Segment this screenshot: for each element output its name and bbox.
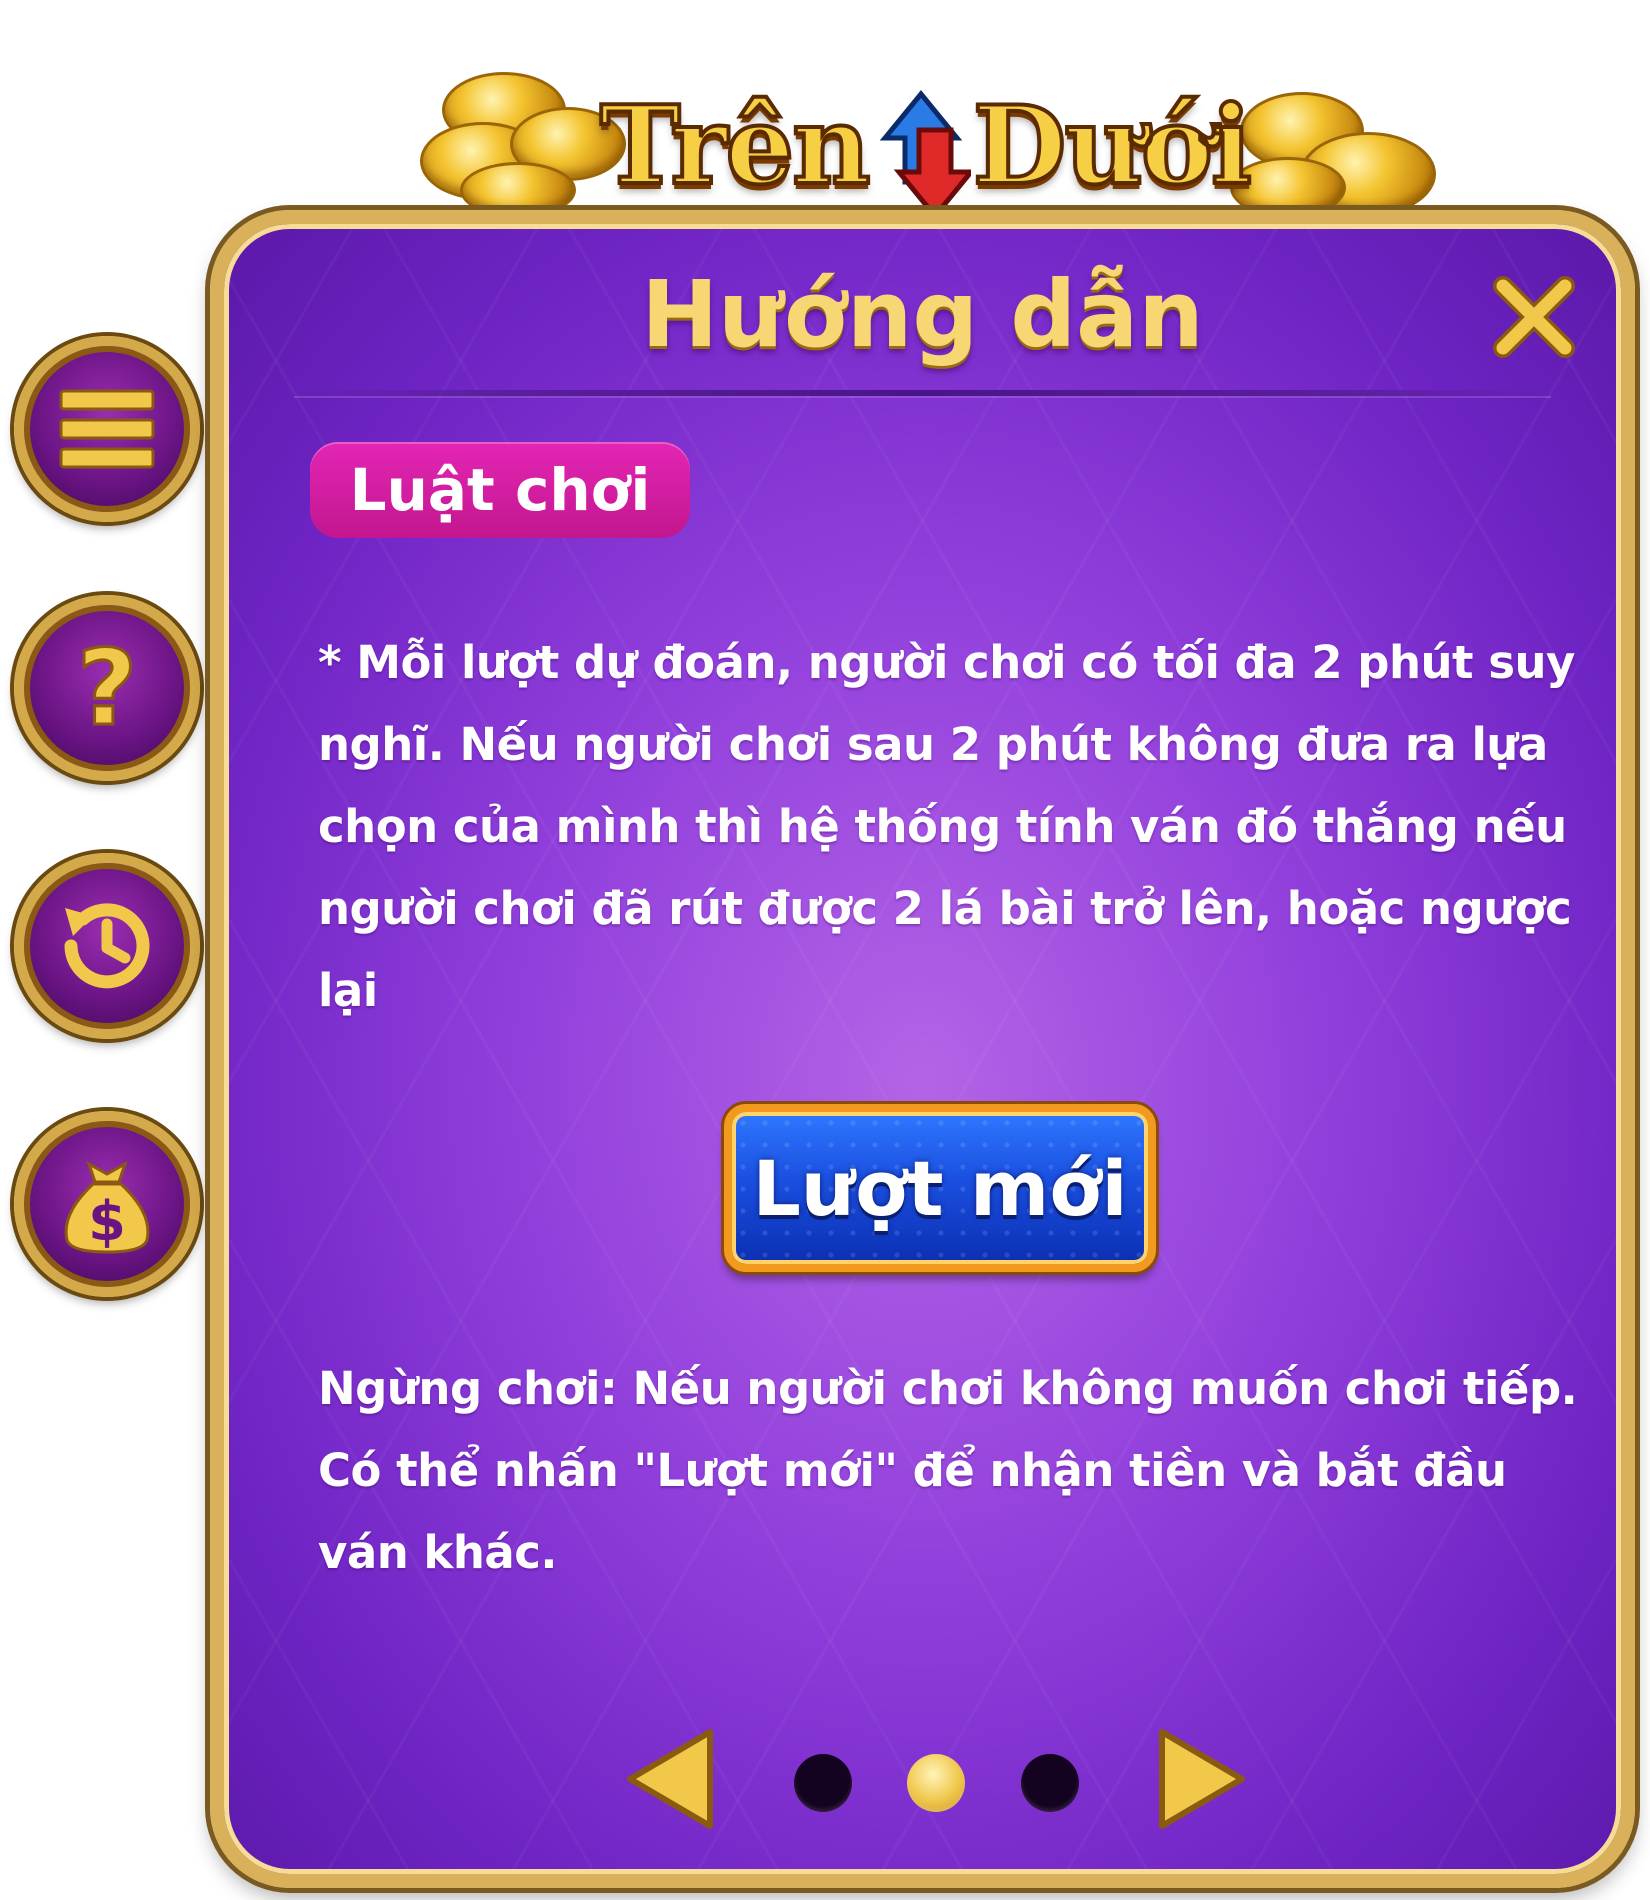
rule-text-2: Ngừng chơi: Nếu người chơi không muốn ch… — [318, 1362, 1578, 1579]
game-logo: Trên Dưới — [400, 62, 1450, 220]
section-label: Luật chơi — [310, 442, 690, 538]
page-dot-3[interactable] — [1021, 1754, 1079, 1812]
close-button[interactable] — [1489, 272, 1579, 362]
rule-text-1: * Mỗi lượt dự đoán, người chơi có tối đa… — [318, 636, 1575, 1017]
prev-page-button[interactable] — [622, 1724, 718, 1834]
logo-title-left: Trên — [598, 83, 873, 209]
history-icon — [64, 903, 150, 989]
next-page-button[interactable] — [1154, 1724, 1250, 1834]
question-icon: ? — [75, 628, 138, 748]
menu-icon — [59, 389, 155, 469]
help-button[interactable]: ? — [14, 595, 200, 781]
money-bag-button[interactable]: $ — [14, 1111, 200, 1297]
arrow-left-icon — [627, 1729, 713, 1829]
new-round-button[interactable]: Lượt mới — [724, 1104, 1156, 1272]
page-dot-1[interactable] — [794, 1754, 852, 1812]
close-icon — [1493, 276, 1575, 358]
svg-text:$: $ — [88, 1190, 126, 1253]
page-dot-2-active[interactable] — [907, 1754, 965, 1812]
logo-title-right: Dưới — [971, 83, 1254, 209]
title-divider — [294, 390, 1551, 396]
up-down-arrows-icon — [871, 89, 976, 220]
help-dialog: Hướng dẫn Luật chơi * Mỗi lượt dự đoán, … — [210, 210, 1635, 1888]
menu-button[interactable] — [14, 336, 200, 522]
history-button[interactable] — [14, 853, 200, 1039]
arrow-right-icon — [1159, 1729, 1245, 1829]
money-bag-icon: $ — [64, 1160, 150, 1254]
dialog-title: Hướng dẫn — [641, 261, 1204, 368]
pagination — [224, 1724, 1621, 1834]
svg-text:?: ? — [77, 628, 137, 748]
